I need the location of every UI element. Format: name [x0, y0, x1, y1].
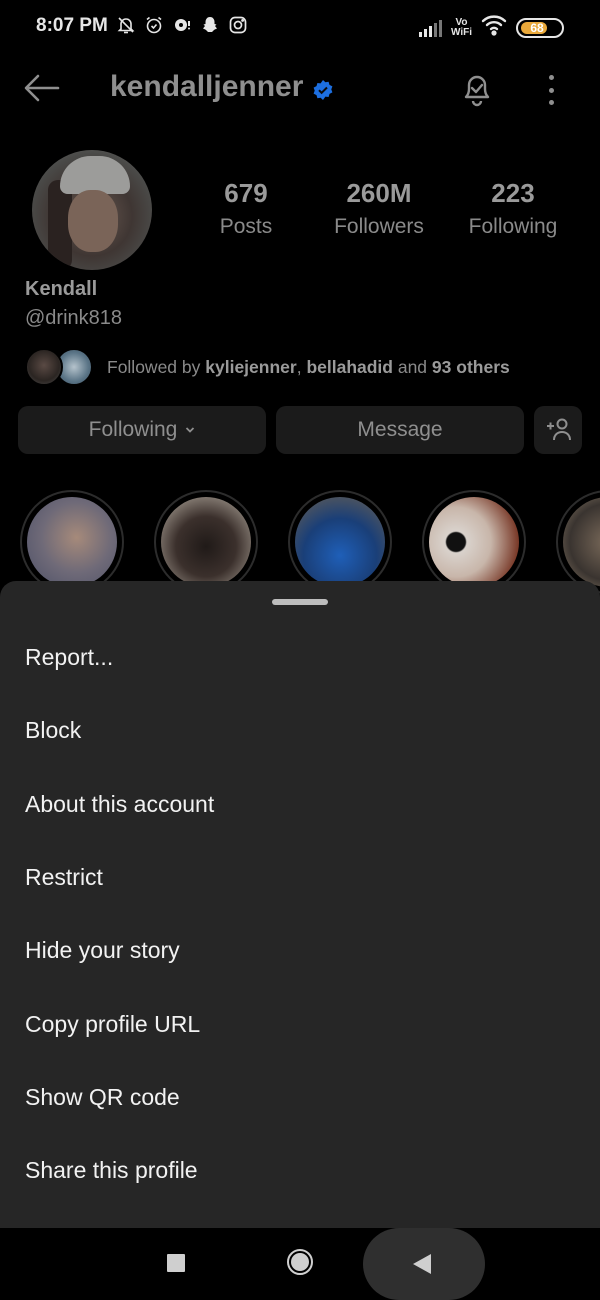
menu-item-share-profile[interactable]: Share this profile	[0, 1134, 600, 1207]
home-icon	[291, 1253, 309, 1271]
highlight-item[interactable]	[154, 490, 258, 594]
profile-username: kendalljenner	[110, 70, 304, 103]
menu-item-hide-story[interactable]: Hide your story	[0, 914, 600, 987]
add-person-icon	[547, 418, 571, 441]
menu-item-block[interactable]: Block	[0, 694, 600, 767]
stat-following[interactable]: 223 Following	[460, 178, 566, 239]
back-button[interactable]	[22, 70, 62, 106]
story-highlights	[0, 490, 600, 594]
highlight-item[interactable]	[288, 490, 392, 594]
wifi-icon	[481, 14, 507, 41]
stat-label: Followers	[334, 215, 424, 238]
more-options-button[interactable]	[536, 72, 566, 108]
notifications-bell-button[interactable]	[458, 70, 496, 108]
home-button[interactable]	[287, 1249, 313, 1275]
threads-handle[interactable]: @drink818	[25, 307, 122, 330]
bell-check-icon	[464, 75, 490, 107]
stat-label: Following	[468, 215, 558, 238]
highlight-item[interactable]	[422, 490, 526, 594]
stat-posts[interactable]: 679 Posts	[206, 178, 286, 239]
menu-item-show-qr[interactable]: Show QR code	[0, 1061, 600, 1134]
alarm-icon	[144, 14, 164, 36]
dot	[548, 87, 554, 93]
status-bar: 8:07 PM Vo WiFi 68	[0, 0, 600, 56]
status-time: 8:07 PM	[36, 15, 108, 36]
options-menu: Report... Block About this account Restr…	[0, 621, 600, 1207]
message-label: Message	[357, 418, 443, 441]
suggested-users-button[interactable]	[534, 406, 582, 454]
followed-by-text: Followed by kyliejenner, bellahadid and …	[107, 356, 510, 377]
display-name: Kendall	[25, 278, 98, 300]
stat-followers[interactable]: 260M Followers	[326, 178, 432, 239]
chevron-down-icon	[186, 427, 195, 433]
status-icons-right: Vo WiFi 68	[418, 14, 564, 41]
instagram-icon	[228, 14, 248, 36]
menu-item-report[interactable]: Report...	[0, 621, 600, 694]
dot	[548, 75, 554, 80]
dot	[548, 100, 554, 105]
signal-icon	[418, 19, 442, 37]
message-button[interactable]: Message	[276, 406, 524, 454]
following-button[interactable]: Following	[18, 406, 266, 454]
stat-label: Posts	[219, 215, 273, 238]
system-back-button[interactable]	[413, 1254, 431, 1274]
system-navigation-bar	[0, 1228, 600, 1300]
battery-icon: 68	[516, 17, 564, 38]
stat-value: 260M	[346, 178, 412, 208]
mutual-avatar	[25, 348, 63, 386]
status-icons-left	[116, 14, 248, 36]
profile-top-bar: kendalljenner	[0, 60, 600, 116]
recents-button[interactable]	[167, 1254, 185, 1272]
messaging-icon	[172, 14, 192, 36]
mutual-avatars	[25, 347, 95, 387]
profile-actions: Following Message	[18, 406, 582, 454]
verified-badge-icon	[313, 80, 333, 100]
menu-item-about-account[interactable]: About this account	[0, 768, 600, 841]
menu-item-restrict[interactable]: Restrict	[0, 841, 600, 914]
highlight-item[interactable]	[20, 490, 124, 594]
sheet-drag-handle[interactable]	[272, 599, 328, 605]
back-arrow-icon	[24, 74, 60, 102]
profile-options-sheet: Report... Block About this account Restr…	[0, 581, 600, 1228]
highlight-item[interactable]	[556, 490, 600, 594]
followed-by[interactable]: Followed by kyliejenner, bellahadid and …	[25, 347, 510, 387]
vowifi-indicator: Vo WiFi	[450, 16, 472, 38]
following-label: Following	[88, 418, 178, 441]
notifications-off-icon	[116, 14, 136, 36]
stat-value: 679	[224, 178, 268, 208]
snapchat-icon	[200, 14, 220, 36]
stat-value: 223	[491, 178, 535, 208]
battery-level: 68	[530, 20, 544, 35]
menu-item-copy-url[interactable]: Copy profile URL	[0, 987, 600, 1060]
profile-avatar[interactable]	[32, 150, 152, 270]
